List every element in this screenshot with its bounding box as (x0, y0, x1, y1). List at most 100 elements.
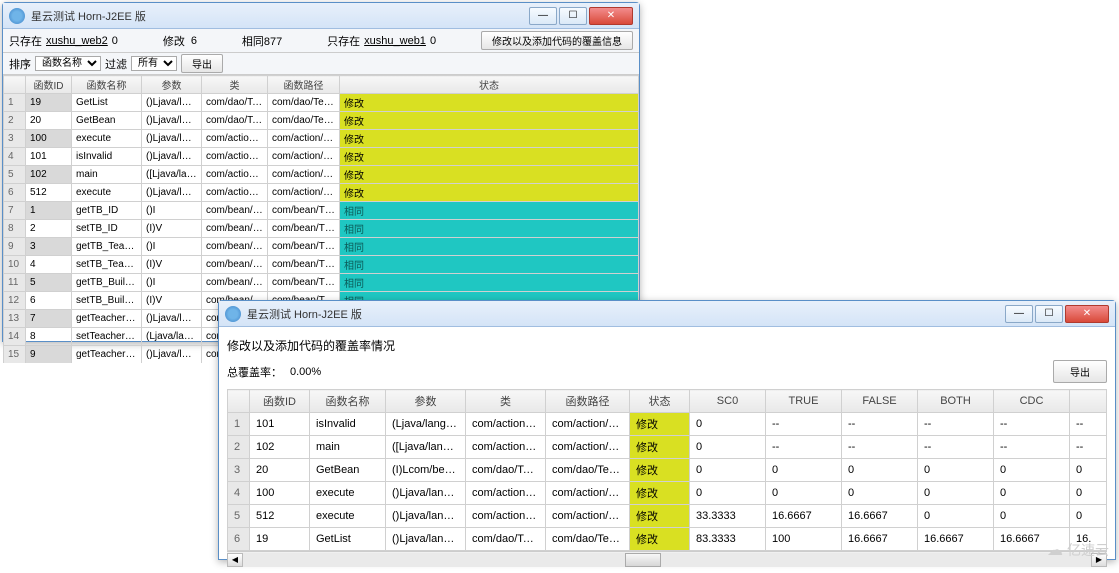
col-sc0[interactable]: SC0 (690, 390, 766, 413)
cell-param: ()I (142, 274, 202, 292)
table-row[interactable]: 1101isInvalid(Ljava/lang/St...com/action… (228, 413, 1107, 436)
col-true[interactable]: TRUE (766, 390, 842, 413)
table-row[interactable]: 3100execute()Ljava/lang/String;com/actio… (4, 130, 639, 148)
cell-param: ()I (142, 202, 202, 220)
minimize-button[interactable]: — (1005, 305, 1033, 323)
sort-select[interactable]: 函数名称 (35, 56, 101, 71)
table-row[interactable]: 93getTB_TeacherID()Icom/bean/TBBeancom/b… (4, 238, 639, 256)
maximize-button[interactable]: ☐ (559, 7, 587, 25)
cell-true: -- (766, 413, 842, 436)
cell-param: ()Ljava/lang/S... (386, 528, 466, 551)
cell-extra: 0 (1070, 482, 1107, 505)
table-row[interactable]: 71getTB_ID()Icom/bean/TBBeancom/bean/TBB… (4, 202, 639, 220)
export-button[interactable]: 导出 (181, 54, 223, 73)
scroll-thumb[interactable] (625, 553, 661, 567)
col-status[interactable]: 状态 (340, 76, 639, 94)
table-row[interactable]: 115getTB_BuildingID()Icom/bean/TBBeancom… (4, 274, 639, 292)
cell-status: 修改 (340, 184, 639, 202)
cell-func-name: getTeacher_Sex (72, 346, 142, 364)
table-row[interactable]: 6512execute()Ljava/lang/String;com/actio… (4, 184, 639, 202)
table-header-row: 函数ID 函数名称 参数 类 函数路径 状态 SC0 TRUE FALSE BO… (228, 390, 1107, 413)
cell-param: ()Ljava/lang/String; (142, 130, 202, 148)
cell-class: com/dao/TeacherDao (202, 94, 268, 112)
cell-func-name: isInvalid (72, 148, 142, 166)
col-func-id[interactable]: 函数ID (26, 76, 72, 94)
col-path[interactable]: 函数路径 (268, 76, 340, 94)
same-label: 相同877 (242, 33, 282, 49)
cell-cdc: 0 (994, 482, 1070, 505)
cell-false: 16.6667 (842, 528, 918, 551)
col-func-name[interactable]: 函数名称 (310, 390, 386, 413)
maximize-button[interactable]: ☐ (1035, 305, 1063, 323)
filter-select[interactable]: 所有 (131, 56, 177, 71)
rownum-cell: 7 (4, 202, 26, 220)
cell-class: com/action/G... (466, 505, 546, 528)
cell-param: ()Ljava/lang/String; (142, 310, 202, 328)
table-row[interactable]: 4100execute()Ljava/lang/S...com/action/P… (228, 482, 1107, 505)
close-button[interactable]: ✕ (1065, 305, 1109, 323)
cell-sc0: 83.3333 (690, 528, 766, 551)
table-row[interactable]: 4101isInvalid()Ljava/lang/String;)Zcom/a… (4, 148, 639, 166)
table-header-row: 函数ID 函数名称 参数 类 函数路径 状态 (4, 76, 639, 94)
col-class[interactable]: 类 (202, 76, 268, 94)
cell-func-name: execute (310, 482, 386, 505)
cell-func-id: 102 (26, 166, 72, 184)
col-status[interactable]: 状态 (630, 390, 690, 413)
col-func-id[interactable]: 函数ID (250, 390, 310, 413)
scroll-left-button[interactable]: ◀ (227, 553, 243, 567)
cell-param: (I)V (142, 292, 202, 310)
cell-func-id: 19 (250, 528, 310, 551)
cell-path: com/action/GoLogi... (268, 184, 340, 202)
coverage-info-button[interactable]: 修改以及添加代码的覆盖信息 (481, 31, 633, 50)
cell-func-id: 9 (26, 346, 72, 364)
table-row[interactable]: 104setTB_TeacherID(I)Vcom/bean/TBBeancom… (4, 256, 639, 274)
cell-status: 修改 (630, 459, 690, 482)
cell-func-id: 20 (26, 112, 72, 130)
export-button[interactable]: 导出 (1053, 360, 1107, 383)
cell-param: (I)Lcom/bean/... (386, 459, 466, 482)
table-row[interactable]: 619GetList()Ljava/lang/S...com/dao/Tea..… (228, 528, 1107, 551)
cell-func-name: GetBean (310, 459, 386, 482)
col-param[interactable]: 参数 (386, 390, 466, 413)
main-window: 星云测试 Horn-J2EE 版 — ☐ ✕ 只存在 xushu_web2 0 … (2, 2, 640, 342)
col-cdc[interactable]: CDC (994, 390, 1070, 413)
titlebar[interactable]: 星云测试 Horn-J2EE 版 — ☐ ✕ (219, 301, 1115, 327)
col-param[interactable]: 参数 (142, 76, 202, 94)
close-button[interactable]: ✕ (589, 7, 633, 25)
titlebar[interactable]: 星云测试 Horn-J2EE 版 — ☐ ✕ (3, 3, 639, 29)
cell-both: 0 (918, 505, 994, 528)
cell-path: com/action/Passwor... (268, 148, 340, 166)
cell-class: com/bean/TBBean (202, 220, 268, 238)
window-title: 星云测试 Horn-J2EE 版 (247, 306, 1005, 322)
filter-label: 过滤 (105, 56, 127, 72)
col-func-name[interactable]: 函数名称 (72, 76, 142, 94)
cell-func-id: 4 (26, 256, 72, 274)
cell-status: 相同 (340, 274, 639, 292)
coverage-table: 函数ID 函数名称 参数 类 函数路径 状态 SC0 TRUE FALSE BO… (227, 389, 1107, 551)
table-row[interactable]: 5512execute()Ljava/lang/S...com/action/G… (228, 505, 1107, 528)
col-class[interactable]: 类 (466, 390, 546, 413)
cell-param: ()Ljava/lang/String;Lja... (142, 112, 202, 130)
cell-both: -- (918, 413, 994, 436)
table-row[interactable]: 82setTB_ID(I)Vcom/bean/TBBeancom/bean/TB… (4, 220, 639, 238)
minimize-button[interactable]: — (529, 7, 557, 25)
cell-func-id: 3 (26, 238, 72, 256)
cell-true: 0 (766, 459, 842, 482)
cell-sc0: 33.3333 (690, 505, 766, 528)
table-row[interactable]: 2102main([Ljava/lang/S...com/action/P...… (228, 436, 1107, 459)
horizontal-scrollbar[interactable]: ◀ ▶ (227, 551, 1107, 567)
table-row[interactable]: 320GetBean(I)Lcom/bean/...com/dao/Tea...… (228, 459, 1107, 482)
col-both[interactable]: BOTH (918, 390, 994, 413)
cell-status: 修改 (340, 112, 639, 130)
cell-path: com/action/R... (546, 436, 630, 459)
cell-class: com/bean/TBBean (202, 238, 268, 256)
cell-true: 0 (766, 482, 842, 505)
scroll-track[interactable] (243, 553, 1091, 567)
col-path[interactable]: 函数路径 (546, 390, 630, 413)
rownum-cell: 14 (4, 328, 26, 346)
table-row[interactable]: 220GetBean()Ljava/lang/String;Lja...com/… (4, 112, 639, 130)
col-extra[interactable] (1070, 390, 1107, 413)
col-false[interactable]: FALSE (842, 390, 918, 413)
table-row[interactable]: 119GetList()Ljava/lang/String;Lja...com/… (4, 94, 639, 112)
table-row[interactable]: 5102main([Ljava/lang/String;)Vcom/action… (4, 166, 639, 184)
